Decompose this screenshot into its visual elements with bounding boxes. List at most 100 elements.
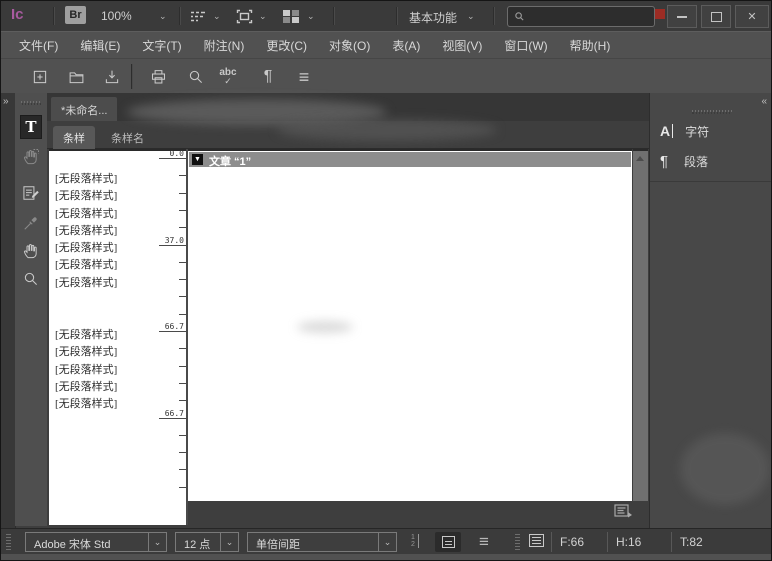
find-icon[interactable]	[185, 66, 207, 88]
ruler-tick	[179, 193, 186, 194]
main-toolbar: abc ✓ ¶ ≡	[1, 58, 771, 94]
ruler-tick: 66.7	[159, 418, 186, 419]
panel-grip[interactable]	[692, 110, 732, 114]
right-dock: « A 字符 ¶ 段落	[649, 93, 772, 528]
ruler-tick	[179, 435, 186, 436]
panel-grip[interactable]	[21, 101, 41, 105]
window-bottom-edge	[1, 554, 771, 561]
zoom-level-value[interactable]: 100%	[101, 9, 132, 23]
ruler-tick	[179, 400, 186, 401]
paragraph-style-row[interactable]: [无段落样式]	[49, 327, 152, 344]
toolbar-menu-icon[interactable]: ≡	[293, 66, 315, 88]
screen-mode-chevron-icon[interactable]: ⌄	[259, 11, 267, 22]
character-panel-button[interactable]: A 字符	[660, 119, 709, 143]
close-icon: ✕	[747, 10, 756, 23]
menu-item[interactable]: 视图(V)	[438, 34, 486, 57]
arrange-documents-icon[interactable]	[281, 8, 301, 24]
ruler-tick	[179, 469, 186, 470]
paragraph-panel-button[interactable]: ¶ 段落	[660, 149, 708, 173]
left-dock-strip: »	[1, 93, 16, 528]
menu-item[interactable]: 帮助(H)	[566, 34, 615, 57]
printer-icon[interactable]	[147, 66, 169, 88]
position-tool[interactable]	[20, 145, 42, 169]
divider	[650, 181, 772, 182]
menu-item[interactable]: 附注(N)	[200, 34, 249, 57]
collapse-dock-icon[interactable]: «	[761, 96, 765, 107]
search-box[interactable]	[507, 6, 655, 27]
menu-item[interactable]: 编辑(E)	[76, 34, 124, 57]
paragraph-style-row[interactable]: [无段落样式]	[49, 379, 152, 396]
menu-item[interactable]: 文件(F)	[15, 34, 62, 57]
export-story-icon[interactable]	[613, 503, 633, 518]
menu-item[interactable]: 窗口(W)	[500, 34, 551, 57]
search-input[interactable]	[530, 10, 644, 24]
open-folder-icon[interactable]	[65, 66, 87, 88]
view-options-chevron-icon[interactable]: ⌄	[213, 11, 221, 22]
character-panel-label: 字符	[685, 123, 709, 140]
ruler-tick	[179, 348, 186, 349]
view-tab[interactable]: 条样	[53, 126, 95, 149]
tools-panel: T	[15, 93, 47, 526]
ruler-tick	[179, 314, 186, 315]
title-bar: Ic Br 100% ⌄ ⌄ ⌄ ⌄ 基本功能 ⌄	[1, 1, 771, 31]
note-tool[interactable]	[20, 181, 42, 205]
paragraph-style-row[interactable]: [无段落样式]	[49, 344, 152, 361]
minimize-button[interactable]	[667, 5, 697, 28]
save-icon[interactable]	[101, 66, 123, 88]
vertical-scrollbar[interactable]	[633, 149, 648, 501]
type-tool[interactable]: T	[20, 115, 42, 139]
paragraph-style-row[interactable]: [无段落样式]	[49, 206, 152, 223]
hand-tool[interactable]	[20, 239, 42, 263]
menu-item[interactable]: 表(A)	[388, 34, 424, 57]
eyedropper-tool[interactable]	[20, 211, 42, 235]
paragraph-style-row[interactable]: [无段落样式]	[49, 257, 152, 274]
paragraph-style-row[interactable]: [无段落样式]	[49, 275, 152, 292]
divider	[493, 7, 495, 25]
minimize-icon	[677, 16, 687, 18]
show-hidden-characters-icon[interactable]: ¶	[257, 66, 279, 88]
paragraph-style-row[interactable]: [无段落样式]	[49, 188, 152, 205]
view-options-icon[interactable]	[189, 9, 207, 23]
paragraph-style-row[interactable]: [无段落样式]	[49, 240, 152, 257]
copyfit-count: F:66	[551, 532, 607, 552]
paragraph-style-row[interactable]: [无段落样式]	[49, 362, 152, 379]
view-tab[interactable]: 条样名	[101, 126, 154, 149]
ruler-tick: 66.7	[159, 331, 186, 332]
type-tool-icon: T	[25, 118, 36, 136]
incopy-window: Ic Br 100% ⌄ ⌄ ⌄ ⌄ 基本功能 ⌄	[0, 0, 772, 561]
new-document-icon[interactable]	[29, 66, 51, 88]
document-tab[interactable]: *未命名...	[51, 97, 117, 121]
paragraph-style-row[interactable]: [无段落样式]	[49, 396, 152, 413]
menu-item[interactable]: 文字(T)	[138, 34, 185, 57]
maximize-button[interactable]	[701, 5, 731, 28]
workspace-switcher[interactable]: 基本功能	[409, 9, 457, 26]
ruler-tick	[179, 210, 186, 211]
close-button[interactable]: ✕	[735, 5, 769, 28]
screen-mode-icon[interactable]	[235, 8, 253, 24]
hand-tool-icon	[21, 241, 41, 261]
workspace-chevron-icon[interactable]: ⌄	[467, 11, 475, 22]
collapse-story-icon[interactable]: ▼	[192, 154, 203, 165]
ruler-tick	[179, 383, 186, 384]
divider	[179, 7, 181, 25]
divider	[333, 7, 335, 25]
expand-dock-icon[interactable]: »	[3, 96, 7, 107]
story-header-bar[interactable]: ▼ 文章 “1”	[189, 152, 631, 167]
style-rows-group-1: [无段落样式][无段落样式][无段落样式][无段落样式][无段落样式][无段落样…	[49, 171, 152, 292]
paragraph-style-row[interactable]: [无段落样式]	[49, 171, 152, 188]
menu-item[interactable]: 更改(C)	[262, 34, 311, 57]
ruler-number: 66.7	[165, 409, 184, 418]
galley-text-area[interactable]: ▼ 文章 “1”	[188, 149, 632, 501]
search-icon	[514, 11, 525, 22]
spellcheck-icon[interactable]: abc ✓	[217, 66, 239, 88]
ruler-tick	[179, 452, 186, 453]
arrange-documents-chevron-icon[interactable]: ⌄	[307, 11, 315, 22]
scroll-up-icon[interactable]	[636, 156, 644, 161]
paragraph-style-row[interactable]: [无段落样式]	[49, 223, 152, 240]
paragraph-style-column: [无段落样式][无段落样式][无段落样式][无段落样式][无段落样式][无段落样…	[49, 149, 186, 525]
zoom-tool[interactable]	[20, 267, 42, 291]
bridge-button[interactable]: Br	[65, 6, 86, 24]
menu-item[interactable]: 对象(O)	[325, 34, 374, 57]
zoom-chevron-icon[interactable]: ⌄	[159, 11, 167, 22]
ruler-tick	[179, 175, 186, 176]
